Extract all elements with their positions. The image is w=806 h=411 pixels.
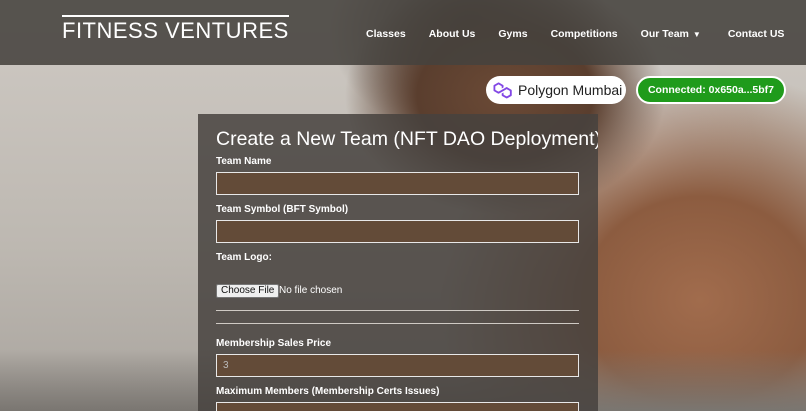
team-symbol-label: Team Symbol (BFT Symbol): [216, 204, 349, 215]
brand-logo[interactable]: FITNESS VENTURES: [62, 15, 289, 44]
divider: [216, 310, 579, 311]
main-nav: Classes About Us Gyms Competitions Our T…: [366, 28, 784, 40]
nav-gyms[interactable]: Gyms: [498, 28, 527, 40]
network-label: Polygon Mumbai: [518, 82, 623, 98]
top-navbar: FITNESS VENTURES Classes About Us Gyms C…: [0, 0, 806, 65]
nav-our-team-label: Our Team: [640, 28, 689, 40]
membership-price-label: Membership Sales Price: [216, 338, 332, 349]
max-members-label: Maximum Members (Membership Certs Issues…: [216, 386, 440, 397]
membership-price-input[interactable]: 3: [216, 354, 579, 377]
nav-about-us[interactable]: About Us: [429, 28, 476, 40]
nav-classes[interactable]: Classes: [366, 28, 406, 40]
network-selector-button[interactable]: Polygon Mumbai: [486, 76, 626, 104]
team-symbol-input[interactable]: [216, 220, 579, 243]
team-logo-label: Team Logo:: [216, 252, 272, 263]
team-name-label: Team Name: [216, 156, 272, 167]
chevron-down-icon: ▼: [692, 29, 701, 39]
team-name-input[interactable]: [216, 172, 579, 195]
create-team-form: Create a New Team (NFT DAO Deployment) T…: [198, 114, 598, 411]
choose-file-button[interactable]: Choose File: [216, 284, 280, 298]
nav-competitions[interactable]: Competitions: [551, 28, 618, 40]
wallet-connected-button[interactable]: Connected: 0x650a...5bf7: [636, 76, 786, 104]
polygon-logo-icon: [493, 82, 512, 98]
max-members-input[interactable]: [216, 402, 579, 411]
nav-contact-us[interactable]: Contact US: [728, 28, 785, 40]
nav-our-team[interactable]: Our Team ▼: [641, 28, 701, 40]
form-title: Create a New Team (NFT DAO Deployment): [216, 128, 598, 150]
file-status-text: No file chosen: [279, 285, 343, 296]
divider: [216, 323, 579, 324]
